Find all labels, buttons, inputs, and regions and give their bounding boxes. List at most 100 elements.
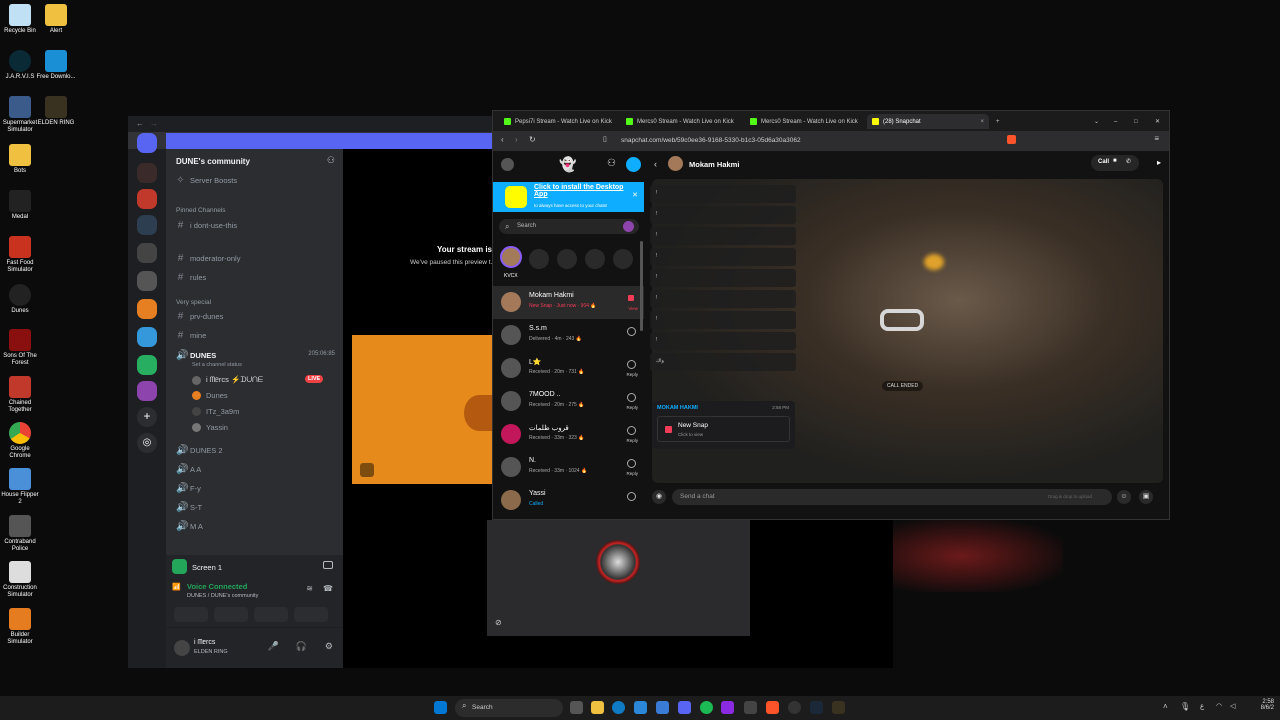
desktop-icon-alert[interactable]: Alert xyxy=(36,4,76,35)
desktop-icon-builder[interactable]: Builder Simulator xyxy=(0,608,40,646)
emoji-icon[interactable]: ☺ xyxy=(1117,490,1131,504)
camera-icon[interactable] xyxy=(627,327,636,336)
minimize-icon[interactable]: – xyxy=(1109,114,1121,129)
reload-icon[interactable]: ↻ xyxy=(529,135,536,144)
voice-user[interactable]: Dunes xyxy=(192,391,228,400)
server-icon[interactable] xyxy=(137,163,157,183)
store-icon[interactable] xyxy=(634,701,647,714)
stream-mute-icon[interactable] xyxy=(360,463,374,477)
settings-icon[interactable]: ⚙ xyxy=(325,641,333,652)
tab-kick-mercs-2[interactable]: Mercs0 Stream - Watch Live on Kick xyxy=(745,114,865,129)
voice-channel[interactable]: 🔊 M A xyxy=(176,521,203,532)
chat-item-yassi[interactable]: Yassi Called xyxy=(493,484,644,517)
add-member-icon[interactable]: ⚇ xyxy=(327,155,335,166)
story-avatar[interactable] xyxy=(500,246,522,268)
task-view-icon[interactable] xyxy=(570,701,583,714)
maximize-icon[interactable]: □ xyxy=(1129,114,1141,129)
brave-icon[interactable] xyxy=(766,701,779,714)
close-tab-icon[interactable]: × xyxy=(980,119,984,125)
taskbar-search[interactable]: Search xyxy=(455,699,563,717)
channel-moderator-only[interactable]: # moderator-only xyxy=(176,253,241,264)
desktop-icon-free-download[interactable]: Free Downlo... xyxy=(36,50,76,81)
server-icon[interactable] xyxy=(137,243,157,263)
desktop-icon-chrome[interactable]: Google Chrome xyxy=(0,422,40,460)
server-boosts[interactable]: ✧ Server Boosts xyxy=(176,175,237,186)
discover-icon[interactable]: ◎ xyxy=(137,433,157,453)
profile-icon[interactable] xyxy=(501,158,514,171)
voice-user[interactable]: i ᗰᥱrcs ⚡ᗪᑌᑎᗴ xyxy=(192,375,263,385)
discord-home-icon[interactable] xyxy=(137,133,157,153)
steam-icon[interactable] xyxy=(810,701,823,714)
scrollbar[interactable] xyxy=(640,241,643,331)
elden-ring-icon[interactable] xyxy=(832,701,845,714)
chat-input[interactable]: Send a chat xyxy=(672,489,1112,505)
channel-status[interactable]: Set a channel status xyxy=(192,362,242,368)
chat-item-ssm[interactable]: S.s.m Delivered · 4m · 243 🔥 xyxy=(493,319,644,352)
photos-icon[interactable] xyxy=(656,701,669,714)
tab-kick-pepsi[interactable]: Pepsi7i Stream - Watch Live on Kick xyxy=(499,114,619,129)
search-input[interactable]: Search xyxy=(499,219,639,234)
voice-channel-dunes[interactable]: 🔊 DUNES xyxy=(176,350,216,361)
desktop-icon-supermarket[interactable]: Supermarket Simulator xyxy=(0,96,40,134)
disconnect-icon[interactable]: ☎ xyxy=(323,584,333,593)
camera-icon[interactable]: ◉ xyxy=(652,490,666,504)
camera-icon[interactable] xyxy=(627,393,636,402)
new-tab-button[interactable]: + xyxy=(991,114,1005,129)
microphone-icon[interactable]: 🎙 xyxy=(1180,702,1190,711)
desktop-icon-medal[interactable]: Medal xyxy=(0,190,40,221)
snap-preview[interactable]: New Snap Click to view xyxy=(657,416,790,442)
desktop-icon-dunes[interactable]: Dunes xyxy=(0,284,40,315)
voice-user[interactable]: ITz_3a9m xyxy=(192,407,239,416)
soundboard-button[interactable] xyxy=(294,607,328,622)
file-explorer-icon[interactable] xyxy=(591,701,604,714)
bookmark-icon[interactable]: ▯ xyxy=(603,135,607,143)
camera-icon[interactable] xyxy=(627,492,636,501)
chat-item-7mood[interactable]: 7MOOD .. Received · 20m · 275 🔥 Reply xyxy=(493,385,644,418)
back-chevron-icon[interactable]: ‹ xyxy=(654,159,657,169)
tray-chevron-icon[interactable]: ˄ xyxy=(1163,702,1168,711)
mic-off-icon[interactable]: ⊘ xyxy=(495,618,502,627)
install-app-banner[interactable]: Click to install the Desktop App to alwa… xyxy=(493,182,644,212)
server-icon[interactable] xyxy=(137,189,157,209)
app-icon[interactable] xyxy=(788,701,801,714)
add-server-icon[interactable]: + xyxy=(137,407,157,427)
server-icon[interactable] xyxy=(137,355,157,375)
desktop-icon-fast-food[interactable]: Fast Food Simulator xyxy=(0,236,40,274)
menu-icon[interactable]: ≡ xyxy=(1154,134,1159,143)
close-window-icon[interactable]: ✕ xyxy=(1150,114,1164,129)
phone-icon[interactable]: ✆ xyxy=(1126,158,1131,165)
chat-item-group[interactable]: قروب ظلمات Received · 33m · 323 🔥 Reply xyxy=(493,418,644,451)
chat-item-n[interactable]: N. Received · 33m · 1024 🔥 Reply xyxy=(493,451,644,484)
camera-icon[interactable] xyxy=(627,459,636,468)
headphones-icon[interactable]: 🎧 xyxy=(296,641,307,652)
activities-button[interactable] xyxy=(254,607,288,622)
tab-list-icon[interactable]: ⌄ xyxy=(1089,114,1101,129)
new-snap-card[interactable]: MOKAM HAKMI 2:58 PM New Snap Click to vi… xyxy=(652,401,795,449)
camera-icon[interactable] xyxy=(627,360,636,369)
server-icon[interactable] xyxy=(137,271,157,291)
desktop-icon-chained-together[interactable]: Chained Together xyxy=(0,376,40,414)
server-icon[interactable] xyxy=(137,327,157,347)
desktop-icon-house-flipper[interactable]: House Flipper 2 xyxy=(0,468,40,506)
voice-channel[interactable]: 🔊 F-y xyxy=(176,483,201,494)
wifi-icon[interactable]: ◠ xyxy=(1216,702,1222,710)
clock[interactable]: 2:58 8/6/2 xyxy=(1246,699,1274,711)
category-very-special[interactable]: Very special xyxy=(176,299,211,306)
channel-pinned[interactable]: # i dont-use-this xyxy=(176,220,237,231)
brave-shields-icon[interactable] xyxy=(1007,135,1016,144)
desktop-icon-sons-of-forest[interactable]: Sons Of The Forest xyxy=(0,329,40,367)
desktop-icon-bots[interactable]: Bots xyxy=(0,144,40,175)
language-indicator[interactable]: ع xyxy=(1200,702,1204,710)
windows-start-icon[interactable] xyxy=(434,701,447,714)
server-icon[interactable] xyxy=(137,299,157,319)
chat-item-mokam[interactable]: Mokam Hakmi New Snap · Just now · 904 🔥 … xyxy=(493,286,644,319)
share-screen-button[interactable] xyxy=(214,607,248,622)
desktop-icon-elden-ring[interactable]: ELDEN RING xyxy=(36,96,76,127)
stream-tile-orange[interactable] xyxy=(352,335,494,484)
discord-icon[interactable] xyxy=(678,701,691,714)
back-arrow-icon[interactable]: ← xyxy=(136,119,144,128)
desktop-icon-contraband[interactable]: Contraband Police xyxy=(0,515,40,553)
add-friend-bitmoji-icon[interactable] xyxy=(623,221,634,232)
channel-prv-dunes[interactable]: # prv-dunes xyxy=(176,311,224,322)
close-icon[interactable]: ✕ xyxy=(632,191,638,199)
